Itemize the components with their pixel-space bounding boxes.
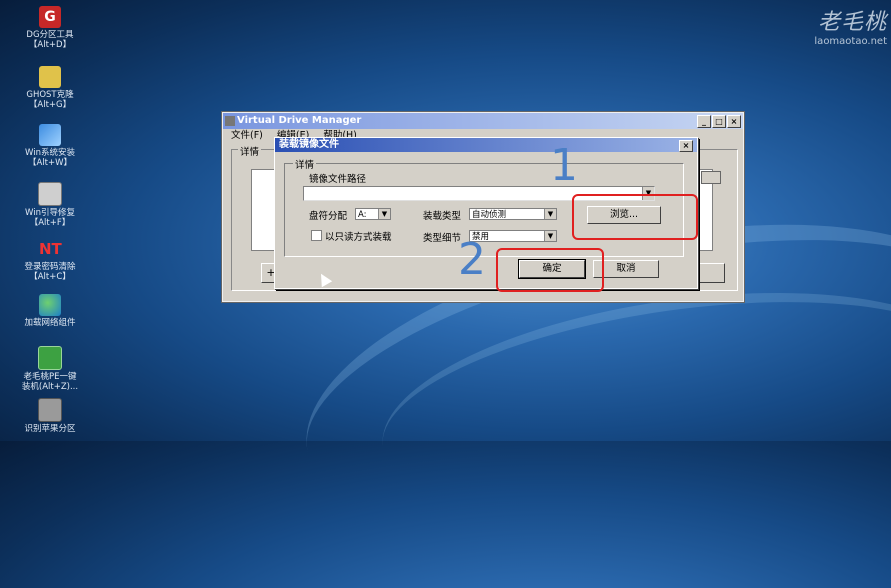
dialog-close-button[interactable]: × (679, 140, 693, 152)
readonly-label: 以只读方式装载 (325, 232, 392, 243)
desktop-icon-win-install[interactable]: Win系统安装 【Alt+W】 (0, 124, 100, 168)
drive-letter-select[interactable]: A: ▼ (355, 208, 391, 220)
window-controls: _ □ × (697, 115, 741, 128)
mount-type-label: 装载类型 (423, 211, 462, 222)
desktop-icon-ntpwd[interactable]: NT 登录密码清除 【Alt+C】 (0, 238, 100, 282)
desktop-icon-pe-install[interactable]: 老毛桃PE一键 装机(Alt+Z)... (0, 346, 100, 392)
window-titlebar[interactable]: Virtual Drive Manager _ □ × (223, 113, 743, 129)
ok-highlight (496, 248, 604, 292)
readonly-checkbox[interactable] (311, 230, 322, 241)
dg-partition-icon: G (39, 6, 61, 28)
step-number-2: 2 (458, 234, 486, 285)
desktop-icon-network[interactable]: 加载网络组件 (0, 294, 100, 328)
chevron-down-icon: ▼ (544, 209, 556, 219)
step-number-1: 1 (550, 140, 578, 191)
windows-install-icon (39, 124, 61, 146)
desktop-icon-dg[interactable]: G DG分区工具 【Alt+D】 (0, 6, 100, 50)
desktop-icon-label: 识别苹果分区 (24, 424, 76, 434)
desktop-icon-label: DG分区工具 【Alt+D】 (26, 30, 74, 50)
minimize-button[interactable]: _ (697, 115, 711, 128)
desktop-icon-win-boot[interactable]: Win引导修复 【Alt+F】 (0, 182, 100, 228)
type-detail-label: 类型细节 (423, 233, 462, 244)
desktop-icon-apple-partition[interactable]: 识别苹果分区 (0, 398, 100, 434)
pe-install-icon (38, 346, 62, 370)
nt-password-icon: NT (39, 240, 62, 258)
desktop-icon-label: GHOST克隆 【Alt+G】 (26, 90, 74, 110)
desktop-icon-label: Win系统安装 【Alt+W】 (25, 148, 75, 168)
mount-type-value: 自动侦测 (472, 210, 507, 220)
brand-watermark: 老毛桃 laomaotao.net (814, 4, 887, 47)
details-group-label: 详情 (238, 144, 262, 158)
brand-url: laomaotao.net (814, 36, 887, 47)
dialog-titlebar[interactable]: 装载镜像文件 × (275, 138, 697, 152)
app-icon (225, 116, 235, 126)
drive-letter-label: 盘符分配 (309, 211, 348, 222)
maximize-button[interactable]: □ (712, 115, 726, 128)
desktop-icon-label: 老毛桃PE一键 装机(Alt+Z)... (21, 372, 79, 392)
dialog-title: 装载镜像文件 (279, 139, 339, 150)
dialog-details-label: 详情 (293, 157, 317, 171)
menu-file[interactable]: 文件(F) (231, 129, 263, 142)
network-globe-icon (39, 294, 61, 316)
ghost-icon (39, 66, 61, 88)
disk-drive-icon (38, 398, 62, 422)
brand-logo-text: 老毛桃 (817, 10, 887, 35)
chevron-down-icon: ▼ (544, 231, 556, 241)
desktop-icon-ghost[interactable]: GHOST克隆 【Alt+G】 (0, 66, 100, 110)
drive-letter-value: A: (358, 210, 367, 220)
list-side-button[interactable] (701, 171, 721, 184)
chevron-down-icon: ▼ (378, 209, 390, 219)
desktop-icon-label: Win引导修复 【Alt+F】 (25, 208, 75, 228)
desktop-icon-label: 登录密码清除 【Alt+C】 (24, 262, 76, 282)
mount-type-select[interactable]: 自动侦测 ▼ (469, 208, 557, 220)
close-button[interactable]: × (727, 115, 741, 128)
path-label: 镜像文件路径 (309, 174, 367, 185)
boot-repair-icon (38, 182, 62, 206)
desktop-icon-label: 加载网络组件 (24, 318, 76, 328)
browse-highlight (572, 194, 698, 240)
window-title: Virtual Drive Manager (237, 115, 362, 126)
